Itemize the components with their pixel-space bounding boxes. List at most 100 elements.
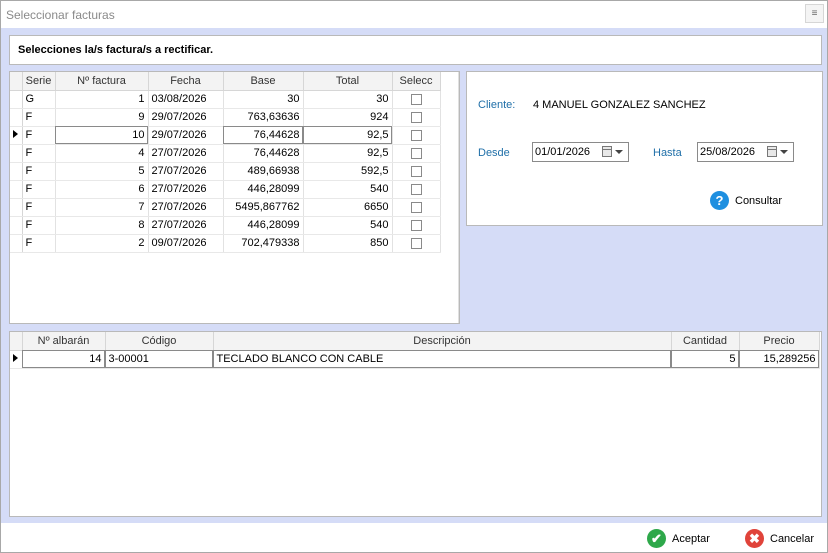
- cell-base[interactable]: 702,479338: [223, 234, 304, 253]
- cell-selecc[interactable]: [392, 216, 441, 235]
- cell-fecha[interactable]: 27/07/2026: [148, 162, 224, 181]
- cell-serie[interactable]: F: [22, 108, 56, 127]
- cancel-button[interactable]: ✖ Cancelar: [745, 529, 825, 549]
- col-albaran[interactable]: Nº albarán: [22, 332, 106, 351]
- cell-selecc[interactable]: [392, 144, 441, 163]
- row-indicator[interactable]: [10, 180, 23, 199]
- cell-total[interactable]: 850: [303, 234, 393, 253]
- cell-selecc[interactable]: [392, 126, 441, 145]
- calendar-icon[interactable]: [602, 146, 612, 157]
- cell-serie[interactable]: F: [22, 216, 56, 235]
- select-checkbox[interactable]: [410, 183, 422, 195]
- cell-selecc[interactable]: [392, 162, 441, 181]
- select-checkbox[interactable]: [410, 165, 422, 177]
- cell-total[interactable]: 6650: [303, 198, 393, 217]
- col-base[interactable]: Base: [223, 72, 304, 91]
- cell-fecha[interactable]: 29/07/2026: [148, 126, 224, 145]
- cell-descripcion[interactable]: TECLADO BLANCO CON CABLE: [213, 350, 672, 369]
- cell-numero[interactable]: 2: [55, 234, 149, 253]
- cell-serie[interactable]: F: [22, 198, 56, 217]
- cell-fecha[interactable]: 03/08/2026: [148, 90, 224, 109]
- cell-numero[interactable]: 1: [55, 90, 149, 109]
- cell-total[interactable]: 92,5: [303, 126, 393, 145]
- line-row[interactable]: 14 3-00001 TECLADO BLANCO CON CABLE 5 15,289…: [10, 350, 820, 369]
- col-numero[interactable]: Nº factura: [55, 72, 149, 91]
- cell-total[interactable]: 30: [303, 90, 393, 109]
- row-indicator[interactable]: [10, 350, 23, 369]
- desde-date-picker[interactable]: 01/01/2026: [532, 142, 629, 162]
- invoice-row[interactable]: F 8 27/07/2026 446,28099 540: [10, 216, 441, 235]
- row-indicator[interactable]: [10, 144, 23, 163]
- cell-base[interactable]: 76,44628: [223, 144, 304, 163]
- cell-serie[interactable]: F: [22, 126, 56, 145]
- cell-base[interactable]: 446,28099: [223, 216, 304, 235]
- cell-fecha[interactable]: 29/07/2026: [148, 108, 224, 127]
- invoice-row[interactable]: F 9 29/07/2026 763,63636 924: [10, 108, 441, 127]
- invoice-row[interactable]: F 7 27/07/2026 5495,867762 6650: [10, 198, 441, 217]
- cell-total[interactable]: 540: [303, 216, 393, 235]
- cell-base[interactable]: 489,66938: [223, 162, 304, 181]
- col-serie[interactable]: Serie: [22, 72, 56, 91]
- cell-selecc[interactable]: [392, 180, 441, 199]
- cell-total[interactable]: 540: [303, 180, 393, 199]
- invoices-scrollbar[interactable]: [458, 72, 459, 323]
- col-selecc[interactable]: Selecc: [392, 72, 441, 91]
- cell-serie[interactable]: G: [22, 90, 56, 109]
- help-icon[interactable]: ?: [710, 191, 729, 210]
- cell-total[interactable]: 92,5: [303, 144, 393, 163]
- invoice-row[interactable]: F 5 27/07/2026 489,66938 592,5: [10, 162, 441, 181]
- cell-numero[interactable]: 6: [55, 180, 149, 199]
- cell-fecha[interactable]: 27/07/2026: [148, 216, 224, 235]
- col-cantidad[interactable]: Cantidad: [671, 332, 740, 351]
- cell-fecha[interactable]: 27/07/2026: [148, 144, 224, 163]
- chevron-down-icon[interactable]: [780, 150, 788, 154]
- cell-numero[interactable]: 9: [55, 108, 149, 127]
- cell-base[interactable]: 5495,867762: [223, 198, 304, 217]
- cell-fecha[interactable]: 27/07/2026: [148, 180, 224, 199]
- cell-selecc[interactable]: [392, 108, 441, 127]
- cell-albaran[interactable]: 14: [22, 350, 106, 369]
- cell-precio[interactable]: 15,289256: [739, 350, 820, 369]
- cell-numero[interactable]: 10: [55, 126, 149, 145]
- cell-serie[interactable]: F: [22, 162, 56, 181]
- row-indicator[interactable]: [10, 90, 23, 109]
- row-indicator[interactable]: [10, 162, 23, 181]
- row-indicator[interactable]: [10, 108, 23, 127]
- cell-base[interactable]: 446,28099: [223, 180, 304, 199]
- cell-serie[interactable]: F: [22, 144, 56, 163]
- select-checkbox[interactable]: [410, 201, 422, 213]
- cell-serie[interactable]: F: [22, 180, 56, 199]
- cell-total[interactable]: 924: [303, 108, 393, 127]
- cell-selecc[interactable]: [392, 234, 441, 253]
- cell-cantidad[interactable]: 5: [671, 350, 740, 369]
- cell-total[interactable]: 592,5: [303, 162, 393, 181]
- invoice-row[interactable]: F 6 27/07/2026 446,28099 540: [10, 180, 441, 199]
- invoice-row[interactable]: G 1 03/08/2026 30 30: [10, 90, 441, 109]
- accept-button[interactable]: ✔ Aceptar: [647, 529, 727, 549]
- col-codigo[interactable]: Código: [105, 332, 214, 351]
- cell-numero[interactable]: 7: [55, 198, 149, 217]
- row-indicator[interactable]: [10, 126, 23, 145]
- row-indicator[interactable]: [10, 234, 23, 253]
- calendar-icon[interactable]: [767, 146, 777, 157]
- cell-base[interactable]: 30: [223, 90, 304, 109]
- row-indicator[interactable]: [10, 198, 23, 217]
- cell-numero[interactable]: 4: [55, 144, 149, 163]
- invoice-row[interactable]: F 4 27/07/2026 76,44628 92,5: [10, 144, 441, 163]
- hasta-date-picker[interactable]: 25/08/2026: [697, 142, 794, 162]
- invoice-row[interactable]: F 2 09/07/2026 702,479338 850: [10, 234, 441, 253]
- lines-grid[interactable]: Nº albarán Código Descripción Cantidad P…: [9, 331, 822, 517]
- cell-selecc[interactable]: [392, 198, 441, 217]
- select-checkbox[interactable]: [410, 111, 422, 123]
- consultar-button[interactable]: Consultar: [735, 195, 782, 207]
- invoices-grid[interactable]: Serie Nº factura Fecha Base Total Selecc…: [9, 71, 460, 324]
- cell-fecha[interactable]: 09/07/2026: [148, 234, 224, 253]
- chevron-down-icon[interactable]: [615, 150, 623, 154]
- row-indicator[interactable]: [10, 216, 23, 235]
- cell-numero[interactable]: 8: [55, 216, 149, 235]
- cell-base[interactable]: 76,44628: [223, 126, 304, 145]
- menu-icon[interactable]: ≡: [805, 4, 824, 23]
- col-total[interactable]: Total: [303, 72, 393, 91]
- cell-numero[interactable]: 5: [55, 162, 149, 181]
- col-fecha[interactable]: Fecha: [148, 72, 224, 91]
